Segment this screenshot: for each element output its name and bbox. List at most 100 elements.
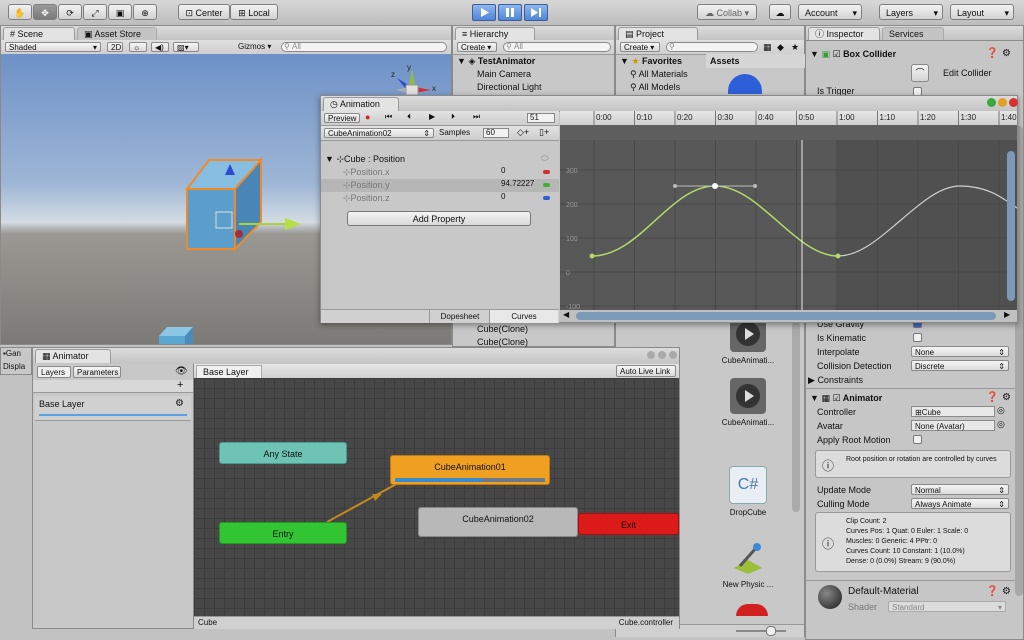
help-icon[interactable]: ❓	[986, 392, 998, 403]
parameters-tab[interactable]: Parameters	[73, 366, 121, 378]
thumbnail-size-slider[interactable]	[736, 630, 786, 632]
asset-cubeanimation01[interactable]: CubeAnimati...	[718, 316, 778, 365]
keyframe[interactable]	[673, 184, 677, 188]
frame-field[interactable]: 51	[527, 113, 555, 123]
layout-dropdown[interactable]: Layout ▾	[950, 4, 1014, 20]
next-key-button[interactable]: ⏵	[451, 112, 455, 122]
object-picker-icon[interactable]: ◎	[997, 419, 1005, 430]
slider-handle[interactable]	[766, 626, 776, 636]
gear-icon[interactable]: ⚙	[1002, 48, 1011, 59]
window-maximize-button[interactable]	[987, 98, 996, 107]
step-button[interactable]	[524, 4, 548, 21]
tab-game[interactable]: ▪Gan	[3, 349, 21, 358]
keyframe[interactable]	[589, 253, 595, 259]
gear-icon[interactable]: ⚙	[175, 398, 184, 409]
hierarchy-item[interactable]: Main Camera	[453, 68, 614, 81]
state-any-state[interactable]: Any State	[219, 442, 347, 464]
pivot-local-button[interactable]: ⊞ Local	[230, 4, 278, 20]
curve-editor[interactable]: 0:00 0:10 0:20 0:30 0:40 0:50 1:00 1:10 1:20 1:30…	[560, 111, 1017, 322]
object-picker-icon[interactable]: ◎	[997, 405, 1005, 416]
state-cubeanimation01[interactable]: CubeAnimation01	[390, 455, 550, 485]
curve-editor-vscroll[interactable]	[1007, 151, 1015, 301]
clip-dropdown[interactable]: CubeAnimation02 ⇕	[324, 128, 434, 138]
avatar-field[interactable]: None (Avatar)	[911, 420, 995, 431]
asset-dropcube[interactable]: C# DropCube	[718, 466, 778, 517]
tab-project[interactable]: ▤ Project	[618, 27, 698, 40]
keyframe[interactable]	[712, 183, 718, 189]
tab-animation[interactable]: ◷ Animation	[323, 97, 399, 111]
material-red-thumbnail[interactable]	[736, 604, 768, 616]
eye-icon[interactable]: 👁	[175, 366, 188, 377]
tab-asset-store[interactable]: ▣ Asset Store	[77, 27, 157, 40]
add-property-button[interactable]: Add Property	[347, 211, 531, 226]
layers-dropdown[interactable]: Layers ▾	[879, 4, 943, 20]
hierarchy-scene-root[interactable]: ▼ ◈ TestAnimator	[453, 55, 614, 68]
rect-tool-button[interactable]: ▣	[108, 4, 132, 20]
edit-collider-button[interactable]: ⌒	[911, 64, 929, 82]
filter-type-icon[interactable]: ▦	[763, 42, 772, 53]
tab-services[interactable]: Services	[882, 27, 944, 40]
rotate-tool-button[interactable]: ⟳	[58, 4, 82, 20]
transform-tool-button[interactable]: ⊕	[133, 4, 157, 20]
layer-item-base[interactable]: Base Layer ⚙	[35, 396, 191, 421]
state-cubeanimation02[interactable]: CubeAnimation02	[418, 507, 578, 537]
cloud-button[interactable]: ☁	[769, 4, 791, 20]
property-value-z[interactable]: 0	[501, 192, 505, 201]
play-button[interactable]	[472, 4, 496, 21]
first-key-button[interactable]: ⏮	[385, 112, 392, 122]
project-scrollbar[interactable]	[792, 322, 800, 512]
prev-key-button[interactable]: ⏴	[407, 112, 411, 122]
hand-tool-button[interactable]: ✋	[8, 4, 32, 20]
record-button[interactable]: ●	[365, 112, 370, 122]
hierarchy-item[interactable]: Directional Light	[453, 81, 614, 94]
favorite-item[interactable]: ⚲ All Models	[616, 81, 710, 94]
checkbox-checked-icon[interactable]: ☑	[832, 393, 840, 403]
dopesheet-tab[interactable]: Dopesheet	[429, 310, 490, 323]
window-control-button[interactable]	[647, 351, 655, 359]
shader-dropdown[interactable]: Standard ▾	[888, 601, 1006, 612]
play-animation-button[interactable]: ▶	[429, 112, 435, 121]
animator-graph-canvas[interactable]: Any State Entry CubeAnimation01 CubeAnim…	[194, 378, 679, 616]
hierarchy-item[interactable]: Cube(Clone)	[453, 323, 614, 336]
hscroll-thumb[interactable]	[576, 312, 996, 320]
display-dropdown[interactable]: Displa	[3, 362, 25, 371]
audio-toggle[interactable]: ◀)	[151, 42, 169, 52]
preview-toggle[interactable]: Preview	[324, 113, 360, 123]
window-minimize-button[interactable]	[998, 98, 1007, 107]
keyframe[interactable]	[753, 184, 757, 188]
keyframe[interactable]	[835, 253, 841, 259]
shading-mode-dropdown[interactable]: Shaded ▾	[5, 42, 101, 52]
window-control-button[interactable]	[669, 351, 677, 359]
is-kinematic-checkbox[interactable]	[913, 333, 922, 342]
checkbox-checked-icon[interactable]: ☑	[832, 49, 840, 59]
hierarchy-create-button[interactable]: Create ▾	[457, 42, 497, 52]
add-event-button[interactable]: ▯+	[539, 127, 549, 138]
effects-dropdown[interactable]: ▨▾	[173, 42, 199, 52]
scroll-right-icon[interactable]: ▶	[1004, 310, 1010, 319]
help-icon[interactable]: ❓	[986, 586, 998, 597]
asset-new-physic-material[interactable]: New Physic ...	[718, 540, 778, 589]
scene-search-input[interactable]: ⚲ All	[281, 42, 447, 52]
star-icon[interactable]: ★	[791, 42, 799, 53]
breadcrumb[interactable]: Base Layer	[196, 365, 262, 379]
apply-root-motion-checkbox[interactable]	[913, 435, 922, 444]
project-search-input[interactable]: ⚲	[666, 42, 758, 52]
project-create-button[interactable]: Create ▾	[620, 42, 660, 52]
update-mode-dropdown[interactable]: Normal ⇕	[911, 484, 1009, 495]
auto-live-link-toggle[interactable]: Auto Live Link	[616, 365, 676, 377]
hierarchy-search-input[interactable]: ⚲ All	[503, 42, 611, 52]
tab-inspector[interactable]: ⓘ Inspector	[808, 27, 880, 40]
asset-cubeanimation02[interactable]: CubeAnimati...	[718, 378, 778, 427]
gizmos-dropdown[interactable]: Gizmos ▾	[235, 42, 275, 52]
pause-button[interactable]	[498, 4, 522, 21]
curve-editor-hscroll[interactable]: ◀ ▶	[560, 310, 1017, 322]
lighting-toggle[interactable]: ☼	[129, 42, 147, 52]
layers-tab[interactable]: Layers	[37, 366, 71, 378]
tab-animator[interactable]: ▦ Animator	[35, 349, 111, 363]
timeline-ruler[interactable]: 0:00 0:10 0:20 0:30 0:40 0:50 1:00 1:10 1:20 1:30…	[560, 111, 1017, 126]
account-dropdown[interactable]: Account ▾	[798, 4, 862, 20]
state-exit[interactable]: Exit	[578, 513, 679, 535]
samples-field[interactable]: 60	[483, 128, 509, 138]
add-layer-button[interactable]: +	[177, 379, 183, 391]
culling-mode-dropdown[interactable]: Always Animate ⇕	[911, 498, 1009, 509]
